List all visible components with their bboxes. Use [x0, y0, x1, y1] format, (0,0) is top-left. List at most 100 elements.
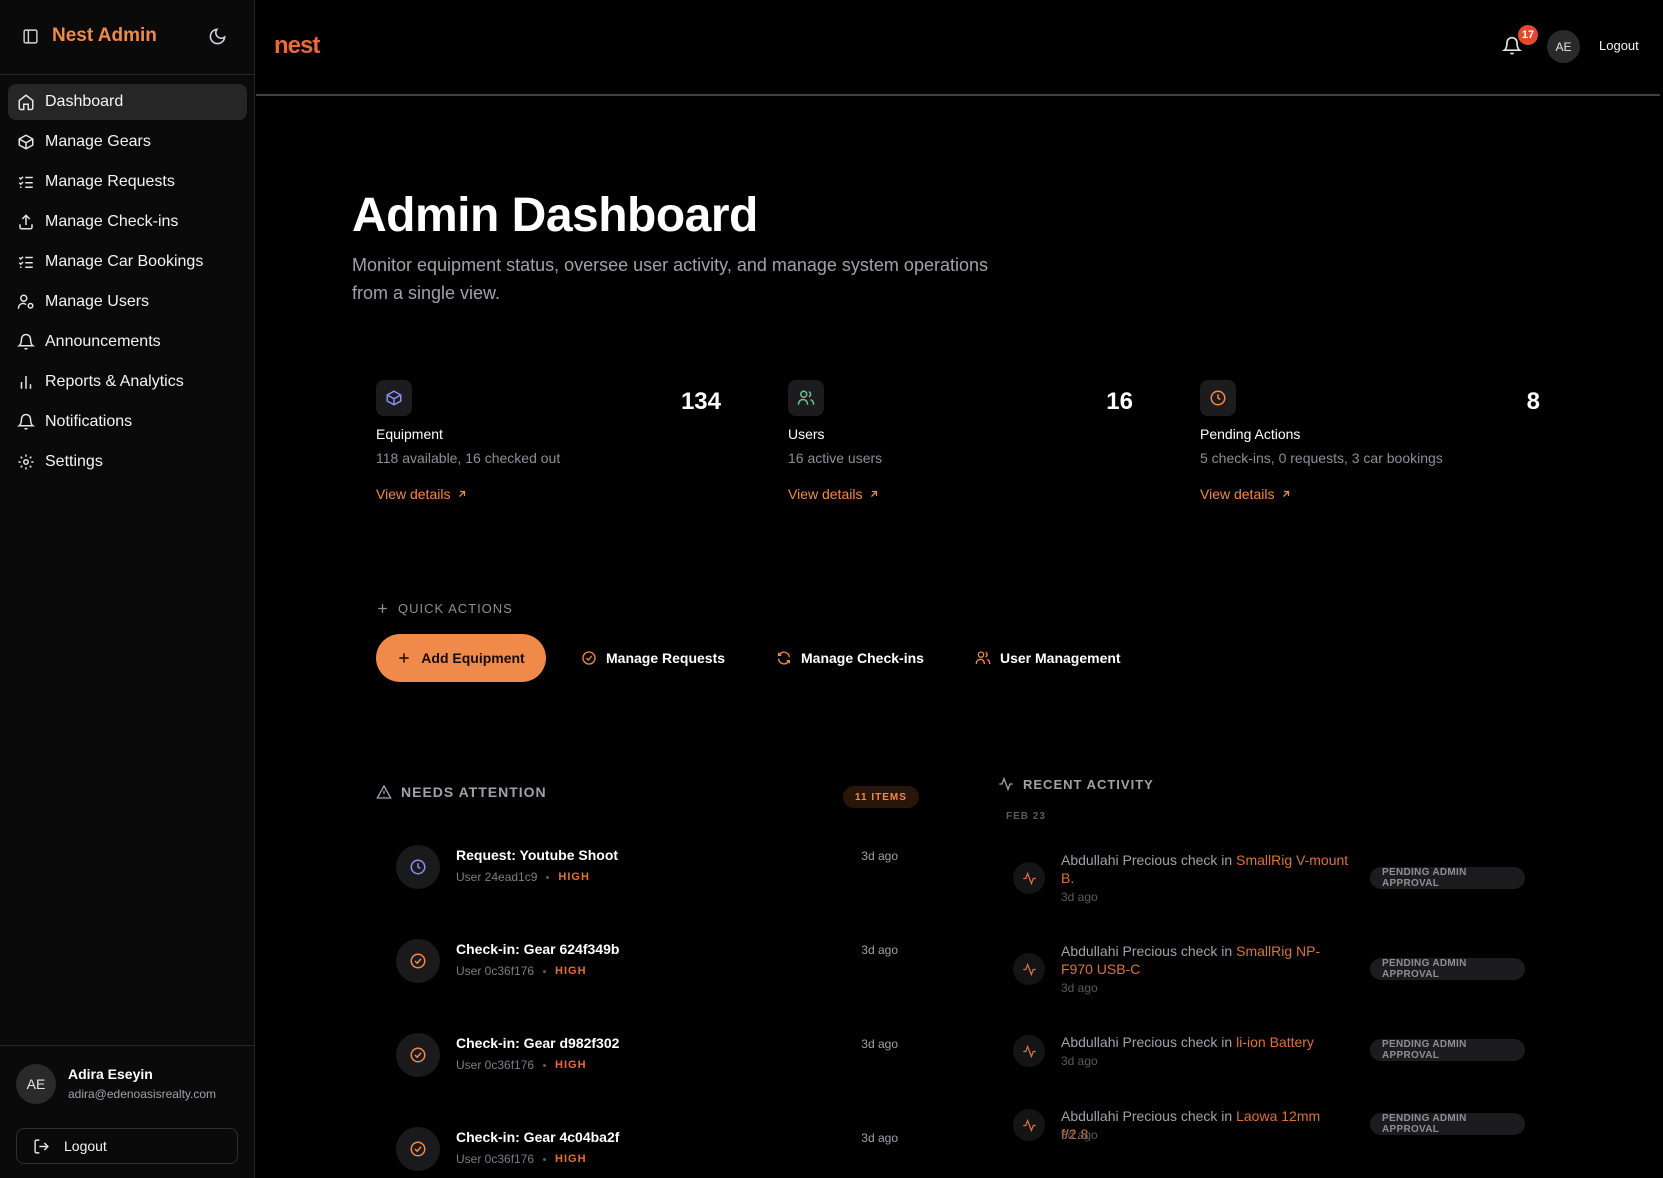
check-circle-icon: [582, 651, 596, 665]
priority-label: HIGH: [555, 1059, 587, 1071]
stat-card-pending-actions: 8 Pending Actions 5 check-ins, 0 request…: [1200, 378, 1540, 508]
activity-time: 3d ago: [1061, 1128, 1098, 1142]
stat-subtext: 16 active users: [788, 450, 883, 466]
sidebar-item-label: Manage Users: [45, 293, 150, 310]
avatar[interactable]: AE: [16, 1064, 56, 1104]
clock-icon: [1200, 380, 1236, 416]
activity-time: 3d ago: [1061, 890, 1098, 904]
sidebar-item-settings[interactable]: Settings: [8, 444, 247, 480]
activity-item[interactable]: Abdullahi Precious check in SmallRig NP-…: [1013, 942, 1525, 1002]
quick-actions-label: QUICK ACTIONS: [398, 601, 513, 616]
sidebar-item-manage-car-bookings[interactable]: Manage Car Bookings: [8, 244, 247, 280]
priority-label: HIGH: [555, 965, 587, 977]
sidebar-item-manage-requests[interactable]: Manage Requests: [8, 164, 247, 200]
check-circle-icon: [396, 1033, 440, 1077]
view-details-link[interactable]: View details: [788, 486, 880, 502]
attention-title: Check-in: Gear 4c04ba2f: [456, 1129, 620, 1145]
activity-item[interactable]: Abdullahi Precious check in SmallRig V-m…: [1013, 851, 1525, 911]
header-avatar[interactable]: AE: [1547, 30, 1580, 63]
user-email: adira@edenoasisrealty.com: [68, 1087, 217, 1101]
priority-label: HIGH: [558, 871, 590, 883]
sidebar-item-manage-check-ins[interactable]: Manage Check-ins: [8, 204, 247, 240]
attention-user: User 0c36f176: [456, 1152, 535, 1166]
activity-time: 3d ago: [1061, 1054, 1098, 1068]
sidebar-item-announcements[interactable]: Announcements: [8, 324, 247, 360]
separator-dot: [543, 1157, 547, 1161]
activity-icon: [1013, 1109, 1045, 1141]
manage-requests-button[interactable]: Manage Requests: [581, 645, 725, 671]
moon-icon[interactable]: [208, 27, 227, 46]
logout-icon: [33, 1138, 50, 1155]
attention-meta: User 0c36f176 HIGH: [456, 1152, 587, 1166]
notification-count-badge: 17: [1518, 25, 1538, 45]
attention-item[interactable]: Check-in: Gear d982f302 User 0c36f176 HI…: [396, 1033, 898, 1093]
logout-label: Logout: [64, 1138, 107, 1154]
sidebar-item-label: Reports & Analytics: [45, 373, 184, 390]
user-cog-icon: [17, 293, 35, 311]
nest-logo[interactable]: nest: [274, 34, 332, 58]
separator-dot: [543, 1063, 547, 1067]
gear-icon: [17, 453, 35, 471]
sidebar-item-label: Settings: [45, 453, 103, 470]
user-management-button[interactable]: User Management: [975, 645, 1121, 671]
activity-item[interactable]: Abdullahi Precious check in li-ion Batte…: [1013, 1033, 1525, 1081]
manage-check-ins-button[interactable]: Manage Check-ins: [776, 645, 924, 671]
box-icon: [17, 133, 35, 151]
activity-actor: Abdullahi Precious check in: [1061, 852, 1237, 868]
attention-item[interactable]: Check-in: Gear 624f349b User 0c36f176 HI…: [396, 939, 898, 999]
attention-time: 3d ago: [861, 849, 898, 863]
plus-icon: [399, 653, 409, 663]
attention-time: 3d ago: [861, 1037, 898, 1051]
sidebar-toggle-icon[interactable]: [22, 28, 39, 45]
status-badge: PENDING ADMIN APPROVAL: [1370, 958, 1525, 980]
home-icon: [17, 93, 35, 111]
attention-item[interactable]: Check-in: Gear 4c04ba2f User 0c36f176 HI…: [396, 1127, 898, 1178]
activity-text: Abdullahi Precious check in SmallRig NP-…: [1061, 942, 1351, 978]
stat-value: 134: [680, 388, 721, 415]
add-equipment-label: Add Equipment: [421, 650, 525, 666]
button-label: User Management: [1000, 650, 1121, 666]
activity-item[interactable]: Abdullahi Precious check in Laowa 12mm f…: [1013, 1107, 1525, 1155]
warning-triangle-icon: [376, 784, 392, 799]
add-equipment-button[interactable]: Add Equipment: [376, 634, 546, 682]
activity-actor: Abdullahi Precious check in: [1061, 1108, 1237, 1124]
users-icon: [788, 380, 824, 416]
sidebar-item-manage-gears[interactable]: Manage Gears: [8, 124, 247, 160]
view-details-link[interactable]: View details: [1200, 486, 1292, 502]
stat-value: 16: [1106, 388, 1133, 415]
sidebar-item-notifications[interactable]: Notifications: [8, 404, 247, 440]
activity-item-link[interactable]: li-ion Battery: [1236, 1034, 1314, 1050]
sidebar-item-manage-users[interactable]: Manage Users: [8, 284, 247, 320]
view-details-link[interactable]: View details: [376, 486, 468, 502]
button-label: Manage Requests: [606, 650, 726, 666]
sidebar-logout-button[interactable]: Logout: [16, 1128, 238, 1164]
sidebar-item-label: Manage Gears: [45, 133, 151, 150]
arrow-up-right-icon: [1283, 490, 1290, 497]
section-label: NEEDS ATTENTION: [401, 784, 547, 800]
sidebar-item-reports-analytics[interactable]: Reports & Analytics: [8, 364, 247, 400]
activity-actor: Abdullahi Precious check in: [1061, 943, 1237, 959]
activity-icon: [999, 776, 1013, 792]
activity-text: Abdullahi Precious check in li-ion Batte…: [1061, 1033, 1351, 1051]
status-badge: PENDING ADMIN APPROVAL: [1370, 867, 1525, 889]
refresh-icon: [778, 651, 790, 665]
separator-dot: [543, 969, 547, 973]
priority-label: HIGH: [555, 1153, 587, 1165]
header-logout-button[interactable]: Logout: [1599, 38, 1639, 53]
section-label: RECENT ACTIVITY: [1023, 776, 1154, 792]
sidebar-nav: Dashboard Manage Gears Manage Requests M…: [8, 84, 247, 484]
recent-activity-heading: RECENT ACTIVITY: [998, 776, 1154, 792]
brand-name[interactable]: Nest Admin: [52, 25, 157, 47]
stat-subtext: 118 available, 16 checked out: [376, 450, 561, 466]
attention-meta: User 0c36f176 HIGH: [456, 1058, 587, 1072]
sidebar-header: Nest Admin: [0, 0, 255, 75]
sidebar-item-dashboard[interactable]: Dashboard: [8, 84, 247, 120]
attention-item[interactable]: Request: Youtube Shoot User 24ead1c9 HIG…: [396, 845, 898, 905]
sidebar-item-label: Dashboard: [45, 93, 124, 110]
check-circle-icon: [396, 939, 440, 983]
attention-count-badge: 11 ITEMS: [843, 786, 919, 808]
list-checks-icon: [17, 253, 35, 271]
attention-title: Check-in: Gear 624f349b: [456, 941, 620, 957]
page-subtitle: Monitor equipment status, oversee user a…: [352, 255, 988, 303]
check-circle-icon: [396, 1127, 440, 1171]
